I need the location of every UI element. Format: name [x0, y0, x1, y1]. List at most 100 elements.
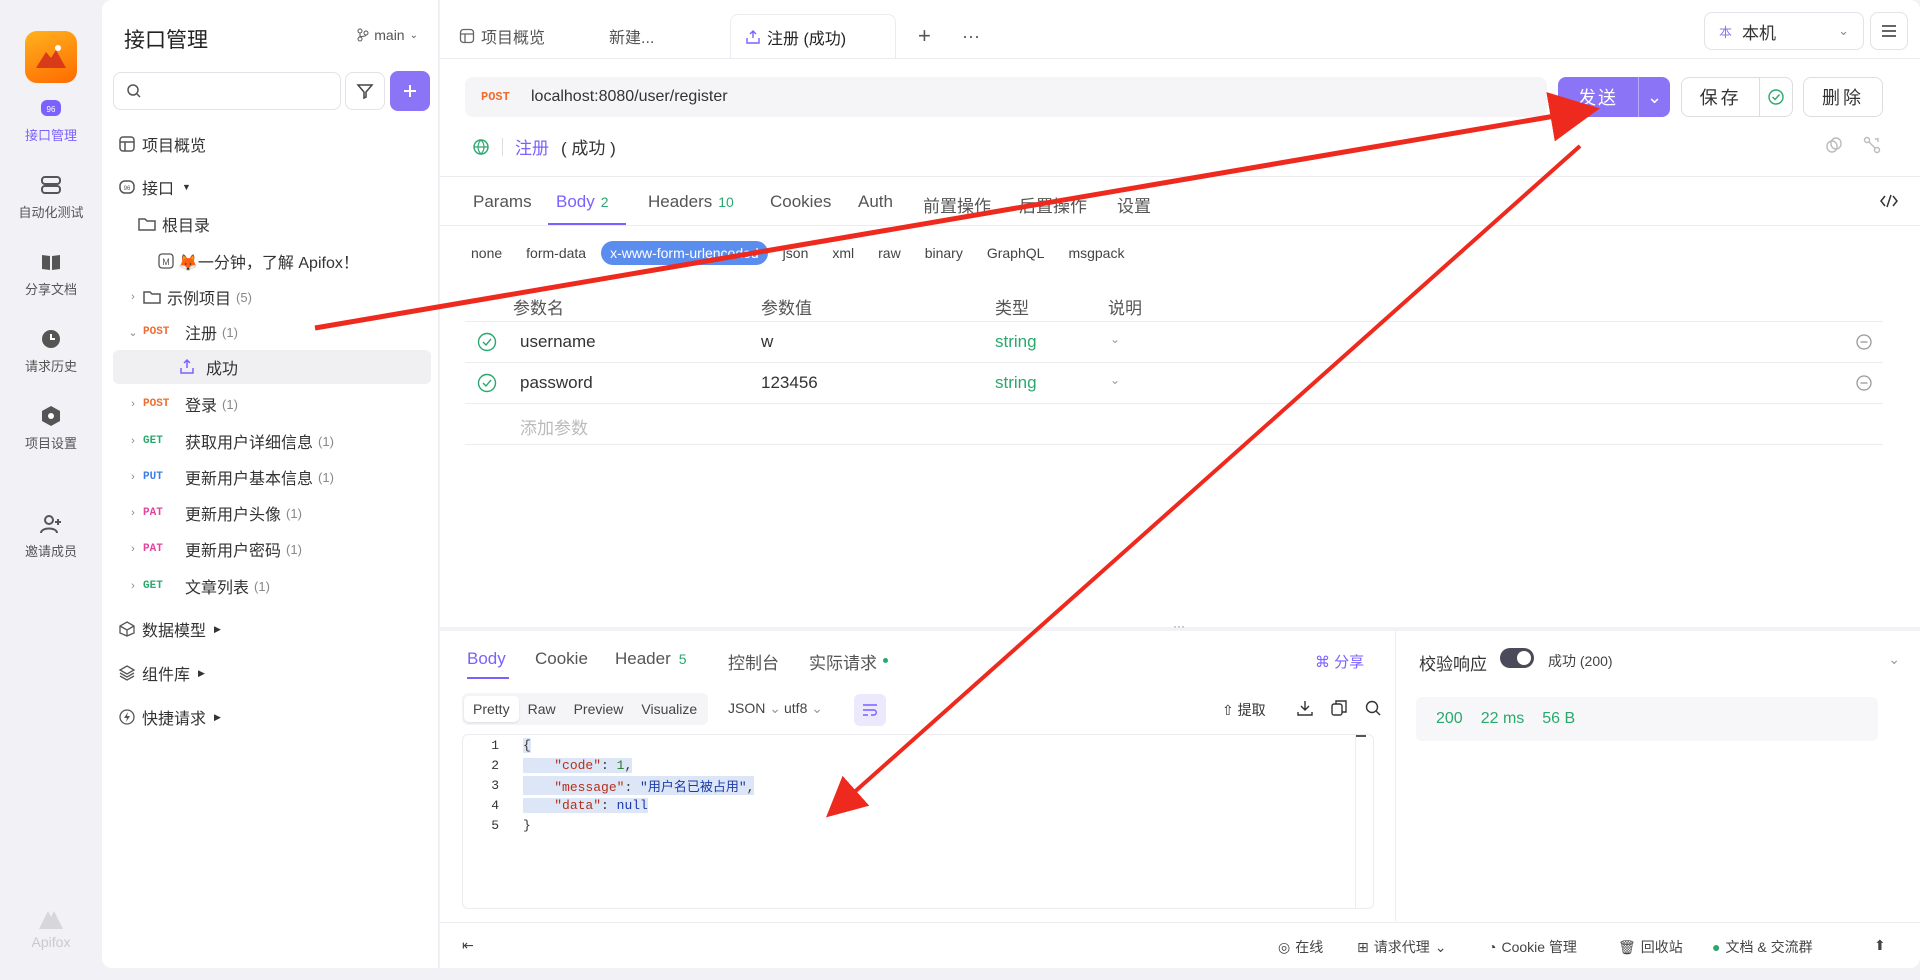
- body-type-msgpack[interactable]: msgpack: [1059, 241, 1133, 265]
- response-tab-cookie[interactable]: Cookie: [535, 649, 588, 669]
- collapse-sidebar-button[interactable]: ⇤: [462, 937, 474, 954]
- param-type[interactable]: string: [995, 373, 1037, 393]
- tree-endpoint-update-avatar[interactable]: › PAT 更新用户头像 (1): [113, 496, 431, 530]
- rail-item-share-docs[interactable]: 分享文档: [0, 249, 102, 298]
- tree-data-models[interactable]: 数据模型 ▶: [113, 612, 431, 646]
- language-select[interactable]: JSON ⌄: [728, 700, 781, 717]
- chevron-down-icon[interactable]: ⌄: [1888, 651, 1900, 668]
- tree-quick-requests[interactable]: 快捷请求 ▶: [113, 700, 431, 734]
- subtab-auth[interactable]: Auth: [858, 192, 893, 212]
- proxy-button[interactable]: ⊞ 请求代理 ⌄: [1357, 937, 1446, 957]
- format-pretty[interactable]: Pretty: [464, 696, 519, 722]
- add-param-placeholder[interactable]: 添加参数: [520, 414, 588, 439]
- encoding-select[interactable]: utf8 ⌄: [784, 700, 823, 717]
- rail-item-history[interactable]: 请求历史: [0, 326, 102, 375]
- scrollbar[interactable]: [1355, 735, 1366, 908]
- body-type-urlencoded[interactable]: x-www-form-urlencoded: [601, 241, 768, 265]
- subtab-body[interactable]: Body 2: [556, 192, 609, 212]
- tree-api-root[interactable]: 96 接口 ▼: [113, 170, 431, 204]
- remove-icon[interactable]: [1855, 374, 1873, 392]
- rail-item-api[interactable]: 96 接口管理: [0, 95, 102, 144]
- url-bar[interactable]: POST localhost:8080/user/register: [465, 77, 1547, 117]
- response-tab-actual-request[interactable]: 实际请求: [809, 649, 888, 674]
- search-input[interactable]: [148, 73, 328, 107]
- extract-button[interactable]: ⇧ 提取: [1222, 700, 1266, 720]
- body-type-form-data[interactable]: form-data: [517, 241, 595, 265]
- subtab-cookies[interactable]: Cookies: [770, 192, 831, 212]
- response-code-viewer[interactable]: 1{ 2 "code": 1, 3 "message": "用户名已被占用", …: [462, 734, 1374, 909]
- cookie-manager-button[interactable]: ◔ Cookie 管理: [1488, 937, 1577, 957]
- tree-case-success[interactable]: 成功: [113, 350, 431, 384]
- body-type-raw[interactable]: raw: [869, 241, 910, 265]
- search-icon[interactable]: [1364, 699, 1382, 717]
- menu-button[interactable]: [1870, 12, 1908, 50]
- param-name[interactable]: username: [520, 332, 596, 352]
- share-button[interactable]: ⌘ 分享: [1315, 651, 1364, 672]
- tree-intro-doc[interactable]: M 🦊一分钟，了解 Apifox！: [113, 244, 431, 278]
- environment-selector[interactable]: 本 本机 ⌄: [1704, 12, 1864, 50]
- enabled-check-icon[interactable]: [477, 332, 497, 352]
- tab-register-success[interactable]: 注册 (成功): [730, 14, 896, 58]
- save-status[interactable]: [1759, 78, 1792, 116]
- format-visualize[interactable]: Visualize: [632, 696, 706, 722]
- format-raw[interactable]: Raw: [519, 696, 565, 722]
- subtab-headers[interactable]: Headers 10: [648, 192, 734, 212]
- tree-endpoint-user-detail[interactable]: › GET 获取用户详细信息 (1): [113, 424, 431, 458]
- param-value[interactable]: 123456: [761, 373, 818, 393]
- response-tab-console[interactable]: 控制台: [728, 649, 779, 674]
- subtab-settings[interactable]: 设置: [1117, 192, 1151, 217]
- tab-project-overview[interactable]: 项目概览: [445, 14, 559, 58]
- save-button[interactable]: 保存: [1681, 77, 1793, 117]
- download-icon[interactable]: [1296, 699, 1314, 717]
- body-type-xml[interactable]: xml: [823, 241, 863, 265]
- tree-components[interactable]: 组件库 ▶: [113, 656, 431, 690]
- wrap-toggle[interactable]: [854, 694, 886, 726]
- body-type-graphql[interactable]: GraphQL: [978, 241, 1054, 265]
- add-button[interactable]: [390, 71, 430, 111]
- branch-selector[interactable]: main ⌄: [357, 27, 418, 43]
- rail-item-automation[interactable]: 自动化测试: [0, 172, 102, 221]
- tree-endpoint-update-password[interactable]: › PAT 更新用户密码 (1): [113, 532, 431, 566]
- upgrade-button[interactable]: ⬆: [1874, 937, 1886, 954]
- body-type-json[interactable]: json: [774, 241, 818, 265]
- chevron-down-icon[interactable]: ⌄: [1110, 373, 1120, 387]
- copy-icon[interactable]: [1824, 135, 1844, 155]
- remove-icon[interactable]: [1855, 333, 1873, 351]
- tree-project-overview[interactable]: 项目概览: [113, 127, 431, 161]
- response-tab-body[interactable]: Body: [467, 649, 506, 669]
- code-icon[interactable]: [1880, 193, 1898, 209]
- format-preview[interactable]: Preview: [565, 696, 633, 722]
- docs-community-button[interactable]: ● 文档 & 交流群: [1712, 937, 1813, 957]
- param-value[interactable]: w: [761, 332, 773, 352]
- tree-root-dir[interactable]: 根目录: [113, 207, 431, 241]
- request-url[interactable]: localhost:8080/user/register: [531, 88, 728, 106]
- body-type-none[interactable]: none: [462, 241, 511, 265]
- tree-endpoint-update-info[interactable]: › PUT 更新用户基本信息 (1): [113, 460, 431, 494]
- tree-endpoint-article-list[interactable]: › GET 文章列表 (1): [113, 569, 431, 603]
- chevron-down-icon[interactable]: ⌄: [1110, 332, 1120, 346]
- response-tab-header[interactable]: Header 5: [615, 649, 687, 669]
- subtab-params[interactable]: Params: [473, 192, 532, 212]
- tree-endpoint-register[interactable]: ⌄ POST 注册 (1): [113, 315, 431, 349]
- subtab-pre-processors[interactable]: 前置操作: [923, 192, 991, 217]
- rail-item-settings[interactable]: 项目设置: [0, 403, 102, 452]
- flow-icon[interactable]: [1862, 135, 1882, 155]
- request-method[interactable]: POST: [481, 90, 531, 104]
- delete-button[interactable]: 删除: [1803, 77, 1883, 117]
- trash-button[interactable]: 🗑 回收站: [1618, 937, 1683, 957]
- verify-toggle[interactable]: [1500, 648, 1534, 668]
- send-button[interactable]: 发送 ⌄: [1558, 77, 1670, 117]
- tree-endpoint-login[interactable]: › POST 登录 (1): [113, 387, 431, 421]
- new-tab-button[interactable]: +: [904, 14, 945, 58]
- verify-status[interactable]: 成功 (200): [1548, 651, 1613, 671]
- send-dropdown[interactable]: ⌄: [1638, 77, 1670, 117]
- request-name[interactable]: 注册: [515, 134, 549, 159]
- add-param-row[interactable]: 添加参数: [465, 404, 1883, 445]
- body-type-binary[interactable]: binary: [916, 241, 972, 265]
- more-tabs-button[interactable]: ···: [948, 14, 994, 58]
- enabled-check-icon[interactable]: [477, 373, 497, 393]
- subtab-post-processors[interactable]: 后置操作: [1019, 192, 1087, 217]
- filter-button[interactable]: [345, 72, 385, 110]
- tree-sample-project[interactable]: › 示例项目 (5): [113, 280, 431, 314]
- online-status[interactable]: ◎ 在线: [1278, 937, 1323, 957]
